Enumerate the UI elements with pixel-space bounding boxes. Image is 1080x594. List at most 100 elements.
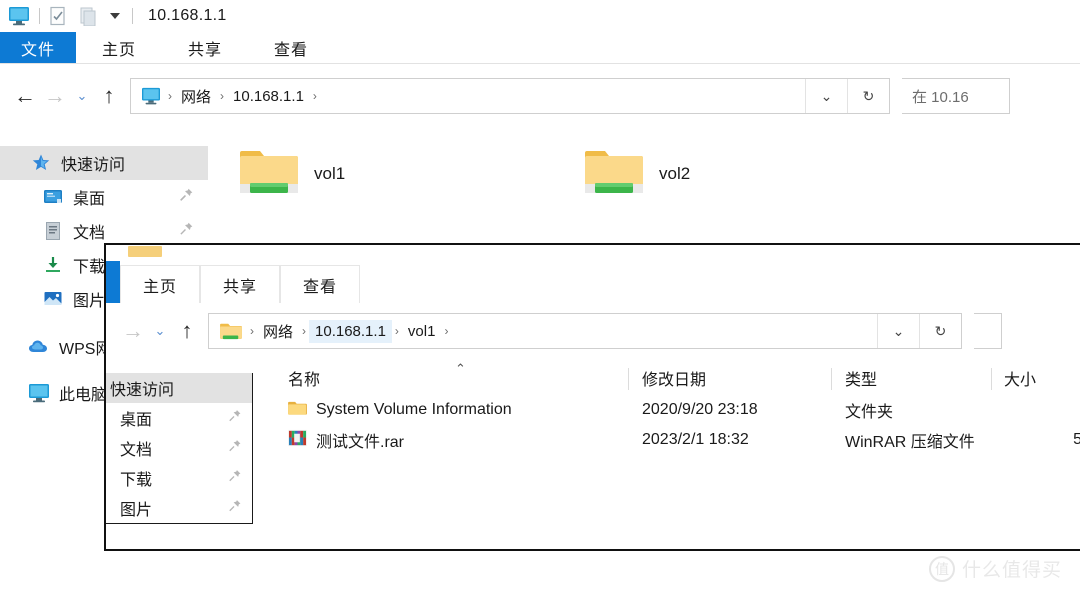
folder-icon: [288, 400, 307, 421]
pictures-icon: [42, 288, 64, 310]
forward-button: →: [44, 83, 66, 108]
foreground-breadcrumb-separator-4: ›: [444, 324, 449, 338]
search-input[interactable]: 在 10.16: [902, 78, 1010, 114]
foreground-tab-share[interactable]: 共享: [200, 265, 281, 303]
window-title: 10.168.1.1: [148, 7, 227, 24]
foreground-sidebar-item-desktop[interactable]: 桌面: [106, 403, 252, 433]
column-header-row: ⌃ 名称 修改日期 类型 大小: [280, 359, 1080, 397]
content-item-vol2[interactable]: vol2: [583, 143, 690, 204]
address-history-button[interactable]: ⌄: [805, 79, 847, 113]
content-item-label: vol2: [659, 163, 691, 183]
sidebar-label: 图片: [73, 293, 106, 310]
breadcrumb-item-host[interactable]: 10.168.1.1: [227, 85, 310, 108]
network-share-folder-icon: [238, 143, 300, 204]
foreground-breadcrumb-item-network[interactable]: 网络: [257, 318, 299, 345]
pin-icon[interactable]: [179, 187, 194, 207]
file-size-cell: 54,930: [1004, 431, 1080, 449]
sidebar-item-desktop[interactable]: 桌面: [0, 180, 208, 214]
pin-icon[interactable]: [228, 439, 242, 458]
foreground-tab-view[interactable]: 查看: [280, 265, 361, 303]
sidebar-label: 此电脑: [59, 387, 108, 404]
column-divider-2[interactable]: [831, 368, 832, 390]
column-header-name[interactable]: 名称: [288, 366, 320, 390]
foreground-sidebar-item-downloads[interactable]: 下载: [106, 463, 252, 493]
foreground-sidebar-item-documents[interactable]: 文档: [106, 433, 252, 463]
title-bar: 10.168.1.1: [0, 0, 1080, 32]
watermark-text: 什么值得买: [961, 560, 1062, 581]
network-share-folder-icon: [583, 143, 645, 204]
tab-file[interactable]: 文件: [0, 32, 76, 63]
file-date-cell: 2023/2/1 18:32: [642, 431, 749, 448]
breadcrumb: › 网络 › 10.168.1.1 ›: [131, 83, 805, 110]
sort-ascending-caret-icon: ⌃: [455, 361, 466, 376]
column-header-date-modified[interactable]: 修改日期: [642, 366, 706, 390]
file-name-cell[interactable]: System Volume Information: [288, 400, 512, 421]
properties-icon[interactable]: [49, 6, 67, 26]
foreground-breadcrumb-item-host[interactable]: 10.168.1.1: [309, 319, 392, 343]
breadcrumb-monitor-icon[interactable]: [141, 87, 161, 105]
download-icon: [42, 254, 64, 276]
new-folder-icon[interactable]: [79, 6, 97, 26]
computer-icon: [28, 382, 50, 404]
table-row[interactable]: System Volume Information 2020/9/20 23:1…: [280, 397, 1080, 423]
column-divider[interactable]: [628, 368, 629, 390]
pin-icon[interactable]: [228, 469, 242, 488]
foreground-sidebar-item-pictures[interactable]: 图片: [106, 493, 252, 523]
foreground-explorer-window[interactable]: 主页 共享 查看 → ⌄ ↑ › 网络 › 10.168.1.1 › vol1 …: [104, 243, 1080, 551]
column-divider-3[interactable]: [991, 368, 992, 390]
cloud-icon: [28, 336, 50, 358]
foreground-address-history-button[interactable]: ⌄: [877, 314, 919, 348]
document-icon: [42, 220, 64, 242]
foreground-breadcrumb-item-vol1[interactable]: vol1: [402, 320, 442, 343]
pin-icon[interactable]: [179, 221, 194, 241]
breadcrumb-separator: ›: [168, 89, 172, 103]
recent-locations-button[interactable]: ⌄: [70, 81, 94, 111]
pin-icon[interactable]: [228, 499, 242, 518]
foreground-breadcrumb-separator-3: ›: [394, 324, 399, 338]
refresh-button[interactable]: ↻: [847, 79, 889, 113]
tab-home[interactable]: 主页: [76, 32, 162, 63]
sidebar-item-quick-access[interactable]: 快速访问: [0, 146, 208, 180]
foreground-sidebar-label: 下载: [120, 472, 153, 489]
back-button[interactable]: ←: [10, 81, 40, 111]
breadcrumb-separator-2: ›: [220, 89, 225, 103]
foreground-address-bar[interactable]: › 网络 › 10.168.1.1 › vol1 › ⌄ ↻: [208, 313, 962, 349]
toolbar-separator-2: [132, 8, 133, 24]
foreground-breadcrumb-separator-2: ›: [302, 324, 307, 338]
foreground-tab-home[interactable]: 主页: [120, 265, 201, 303]
column-header-size[interactable]: 大小: [1004, 366, 1036, 390]
foreground-sidebar-label: 文档: [120, 442, 153, 459]
sidebar-label: 文档: [73, 225, 106, 242]
pin-icon[interactable]: [228, 409, 242, 428]
file-name-cell[interactable]: 测试文件.rar: [288, 428, 404, 452]
address-bar[interactable]: › 网络 › 10.168.1.1 › ⌄ ↻: [130, 78, 890, 114]
file-name-label: 测试文件.rar: [316, 434, 405, 451]
column-header-type[interactable]: 类型: [845, 366, 877, 390]
foreground-navigation-pane: 快速访问 桌面 文档 下载 图片: [106, 373, 253, 524]
file-date-cell: 2020/9/20 23:18: [642, 401, 758, 418]
up-button[interactable]: ↑: [94, 81, 124, 111]
foreground-sidebar-label: 图片: [120, 502, 153, 519]
tab-share[interactable]: 共享: [162, 32, 248, 63]
table-row[interactable]: 测试文件.rar 2023/2/1 18:32 WinRAR 压缩文件 54,9…: [280, 427, 1080, 453]
foreground-recent-locations-button[interactable]: ⌄: [148, 316, 172, 346]
foreground-title-bar: [106, 245, 1080, 261]
foreground-tab-file[interactable]: [106, 261, 120, 303]
foreground-ribbon-tab-bar: 主页 共享 查看: [106, 261, 1080, 303]
foreground-navigation-bar: → ⌄ ↑ › 网络 › 10.168.1.1 › vol1 › ⌄ ↻: [106, 307, 1080, 355]
content-item-vol1[interactable]: vol1: [238, 143, 345, 204]
sidebar-label: 下载: [73, 259, 106, 276]
foreground-breadcrumb-folder-icon[interactable]: [219, 321, 243, 341]
chevron-down-icon[interactable]: [107, 8, 123, 24]
breadcrumb-item-network[interactable]: 网络: [175, 83, 217, 110]
foreground-sidebar-item-quick-access[interactable]: 快速访问: [106, 373, 252, 403]
foreground-refresh-button[interactable]: ↻: [919, 314, 961, 348]
monitor-icon: [8, 6, 30, 26]
watermark-logo-icon: 值: [928, 555, 955, 582]
winrar-archive-icon: [288, 429, 307, 452]
foreground-search-input[interactable]: [974, 313, 1002, 349]
sidebar-label: 快速访问: [61, 157, 126, 174]
tab-view[interactable]: 查看: [248, 32, 334, 63]
desktop-icon: [42, 186, 64, 208]
foreground-up-button[interactable]: ↑: [172, 316, 202, 346]
